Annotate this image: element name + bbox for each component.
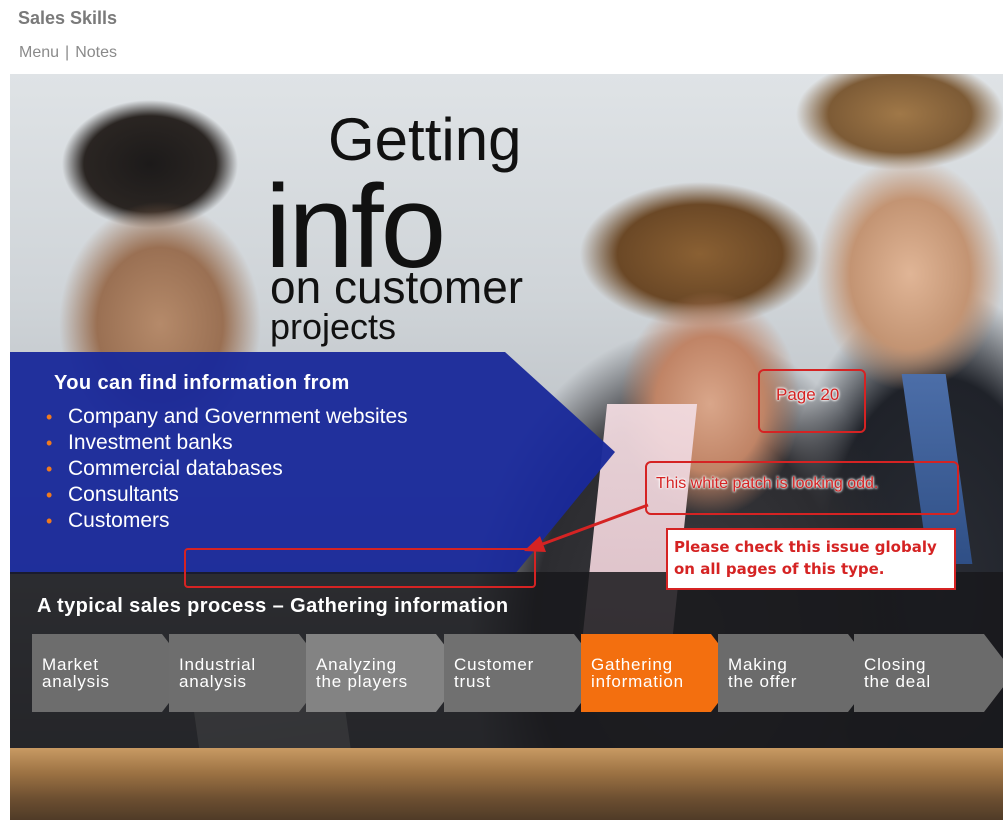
review-note-text: Please check this issue globaly on all p…: [674, 538, 937, 578]
top-nav: Menu | Notes: [19, 44, 117, 62]
white-patch-highlight-box: [184, 548, 536, 588]
nav-separator: |: [65, 44, 70, 61]
white-patch-comment: This white patch is looking odd.: [656, 475, 879, 492]
process-step-analyzing-the-players[interactable]: Analyzing the players: [306, 634, 466, 712]
list-item: Commercial databases: [46, 456, 408, 482]
step-label: Gathering information: [591, 655, 684, 691]
page-number-annotation: Page 20: [776, 385, 840, 404]
step-label: Making the offer: [728, 655, 798, 691]
process-title: A typical sales process – Gathering info…: [37, 595, 509, 617]
step-label: Closing the deal: [864, 655, 931, 691]
step-label: Customer trust: [454, 655, 535, 691]
slide-canvas: Getting info on customer projects You ca…: [10, 74, 1003, 820]
list-item: Investment banks: [46, 430, 408, 456]
list-item: Customers: [46, 508, 408, 534]
process-step-customer-trust[interactable]: Customer trust: [444, 634, 604, 712]
review-note-box: Please check this issue globaly on all p…: [666, 528, 956, 590]
notes-link[interactable]: Notes: [75, 44, 117, 62]
process-step-market-analysis[interactable]: Market analysis: [32, 634, 192, 712]
app-title: Sales Skills: [18, 8, 118, 28]
process-step-closing-the-deal[interactable]: Closing the deal: [854, 634, 1003, 712]
headline-projects: projects: [270, 306, 397, 347]
step-label: Analyzing the players: [316, 655, 408, 691]
menu-link[interactable]: Menu: [19, 44, 59, 62]
info-source-list: Company and Government websites Investme…: [46, 404, 408, 534]
info-panel-heading: You can find information from: [54, 372, 350, 394]
step-label: Market analysis: [42, 655, 110, 691]
list-item: Consultants: [46, 482, 408, 508]
headline-on-customer: on customer: [270, 261, 524, 313]
list-item: Company and Government websites: [46, 404, 408, 430]
step-label: Industrial analysis: [179, 655, 256, 691]
process-step-gathering-information-active[interactable]: Gathering information: [581, 634, 741, 712]
process-step-industrial-analysis[interactable]: Industrial analysis: [169, 634, 329, 712]
background-photo-bottom: [10, 748, 1003, 820]
